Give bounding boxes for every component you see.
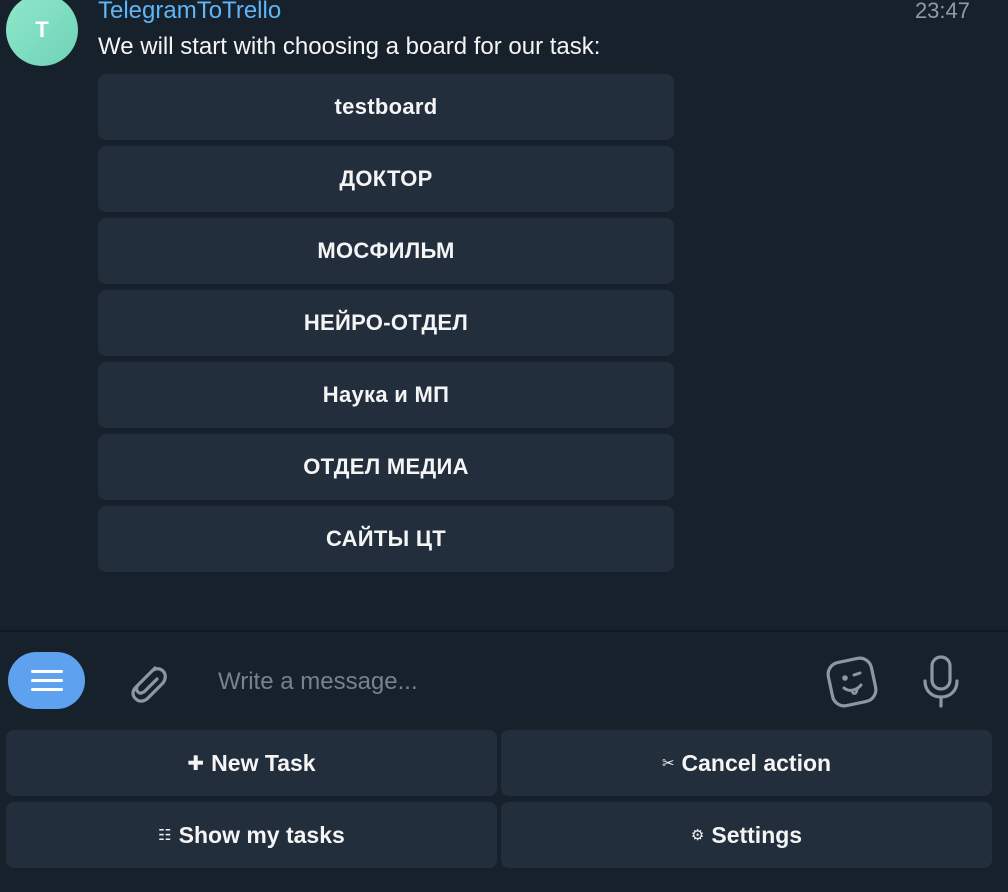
settings-label: Settings: [711, 821, 803, 848]
board-button-mosfilm[interactable]: МОСФИЛЬМ: [98, 218, 674, 284]
message-time: 23:47: [914, 0, 970, 23]
gear-icon: ⚙: [690, 827, 705, 844]
board-button-testboard[interactable]: testboard: [98, 74, 674, 140]
show-my-tasks-label: Show my tasks: [178, 821, 345, 848]
bot-avatar[interactable]: T: [6, 0, 78, 66]
plus-icon: ✚: [187, 752, 205, 775]
new-task-button[interactable]: ✚ New Task: [6, 730, 497, 796]
message-composer: [0, 632, 1008, 728]
reply-keyboard: ✚ New Task ✂ Cancel action ☷ Show my tas…: [0, 728, 1008, 892]
settings-button[interactable]: ⚙ Settings: [501, 802, 992, 868]
cancel-action-label: Cancel action: [681, 749, 832, 776]
board-button-media-dept[interactable]: ОТДЕЛ МЕДИА: [98, 434, 674, 500]
cancel-action-button[interactable]: ✂ Cancel action: [501, 730, 992, 796]
message-text: We will start with choosing a board for …: [98, 33, 601, 60]
sticker-icon[interactable]: [822, 654, 882, 710]
inline-keyboard: testboard ДОКТОР МОСФИЛЬМ НЕЙРО-ОТДЕЛ На…: [98, 74, 674, 578]
telegram-window: T TelegramToTrello 23:47 We will start w…: [0, 0, 1008, 892]
message-area: T TelegramToTrello 23:47 We will start w…: [0, 0, 1008, 630]
new-task-label: New Task: [211, 749, 316, 776]
message-input[interactable]: [218, 662, 778, 702]
avatar-letter: T: [35, 17, 49, 42]
microphone-icon[interactable]: [918, 652, 964, 712]
tasks-list-icon: ☷: [158, 827, 172, 844]
board-button-neuro-dept[interactable]: НЕЙРО-ОТДЕЛ: [98, 290, 674, 356]
paperclip-icon[interactable]: [122, 656, 170, 706]
scissors-icon: ✂: [661, 755, 675, 772]
show-my-tasks-button[interactable]: ☷ Show my tasks: [6, 802, 497, 868]
bot-menu-button[interactable]: [8, 652, 85, 709]
board-button-websites[interactable]: САЙТЫ ЦТ: [98, 506, 674, 572]
board-button-doctor[interactable]: ДОКТОР: [98, 146, 674, 212]
sender-name[interactable]: TelegramToTrello: [98, 0, 281, 26]
board-button-science[interactable]: Наука и МП: [98, 362, 674, 428]
menu-icon: [30, 670, 63, 673]
